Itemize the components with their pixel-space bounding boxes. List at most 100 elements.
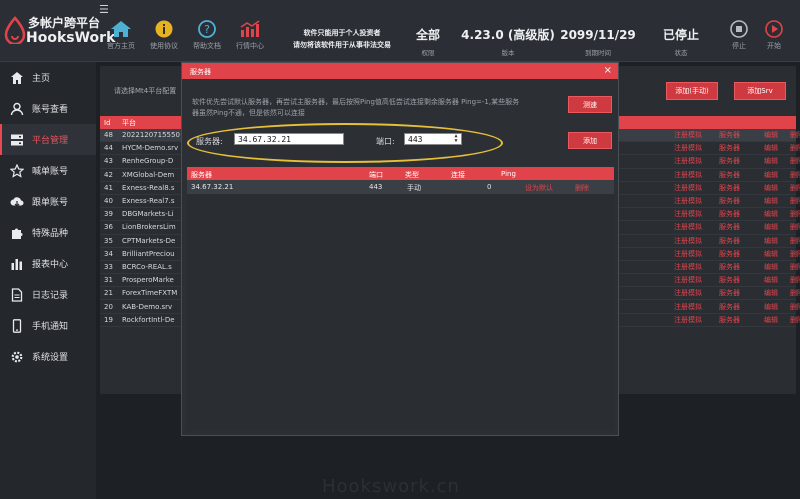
register-demo-link[interactable]: 注册模拟 — [674, 302, 719, 312]
sidebar-item-platform[interactable]: 平台管理 — [0, 124, 96, 155]
register-demo-link[interactable]: 注册模拟 — [674, 170, 719, 180]
edit-link[interactable]: 编辑 — [764, 143, 790, 153]
server-link[interactable]: 服务器 — [719, 196, 764, 206]
delete-link[interactable]: 删除 — [790, 262, 800, 272]
delete-link[interactable]: 删除 — [790, 249, 800, 259]
notice-line2: 请勿将该软件用于从事非法交易 — [293, 41, 391, 49]
home-icon — [111, 21, 131, 37]
sidebar-item-label: 系统设置 — [32, 353, 69, 363]
register-demo-link[interactable]: 注册模拟 — [674, 275, 719, 285]
agreement-button[interactable]: 使用协议 — [144, 20, 184, 60]
register-demo-link[interactable]: 注册模拟 — [674, 236, 719, 246]
edit-link[interactable]: 编辑 — [764, 288, 790, 298]
delete-link[interactable]: 删除 — [790, 288, 800, 298]
test-speed-button[interactable]: 测速 — [568, 96, 612, 113]
register-demo-link[interactable]: 注册模拟 — [674, 183, 719, 193]
delete-link[interactable]: 删除 — [790, 156, 800, 166]
delete-link[interactable]: 删除 — [575, 183, 589, 193]
sidebar-item-settings[interactable]: 系统设置 — [0, 341, 96, 372]
delete-link[interactable]: 删除 — [790, 183, 800, 193]
delete-link[interactable]: 删除 — [790, 130, 800, 140]
add-server-button[interactable]: 添加 — [568, 132, 612, 149]
id-cell: 34 — [104, 249, 113, 258]
register-demo-link[interactable]: 注册模拟 — [674, 315, 719, 325]
help-icon: ? — [198, 20, 216, 38]
stat-value: 全部 — [415, 28, 440, 42]
edit-link[interactable]: 编辑 — [764, 262, 790, 272]
port-input[interactable]: 443 ▲ ▼ — [404, 133, 462, 145]
toolbar-label: 行情中心 — [236, 42, 264, 50]
start-button[interactable]: 开始 — [754, 20, 794, 60]
server-label: 服务器: — [196, 137, 223, 146]
edit-link[interactable]: 编辑 — [764, 302, 790, 312]
sidebar-item-follower-accounts[interactable]: 跟单账号 — [0, 186, 96, 217]
register-demo-link[interactable]: 注册模拟 — [674, 262, 719, 272]
server-link[interactable]: 服务器 — [719, 170, 764, 180]
help-docs-button[interactable]: ? 帮助文档 — [187, 20, 227, 60]
server-link[interactable]: 服务器 — [719, 156, 764, 166]
sidebar-item-signal-accounts[interactable]: 喊单账号 — [0, 155, 96, 186]
sidebar-item-mobile-notify[interactable]: 手机通知 — [0, 310, 96, 341]
sidebar-item-reports[interactable]: 报表中心 — [0, 248, 96, 279]
server-link[interactable]: 服务器 — [719, 275, 764, 285]
stop-button[interactable]: 停止 — [719, 20, 759, 60]
register-demo-link[interactable]: 注册模拟 — [674, 222, 719, 232]
set-default-link[interactable]: 设为默认 — [525, 183, 553, 193]
edit-link[interactable]: 编辑 — [764, 183, 790, 193]
col-connect: 连接 — [451, 171, 465, 179]
row-actions: 注册模拟服务器编辑删除 — [674, 196, 800, 206]
register-demo-link[interactable]: 注册模拟 — [674, 288, 719, 298]
sidebar-item-accounts[interactable]: 账号查看 — [0, 93, 96, 124]
delete-link[interactable]: 删除 — [790, 222, 800, 232]
server-link[interactable]: 服务器 — [719, 302, 764, 312]
edit-link[interactable]: 编辑 — [764, 209, 790, 219]
edit-link[interactable]: 编辑 — [764, 222, 790, 232]
edit-link[interactable]: 编辑 — [764, 156, 790, 166]
register-demo-link[interactable]: 注册模拟 — [674, 196, 719, 206]
delete-link[interactable]: 删除 — [790, 302, 800, 312]
register-demo-link[interactable]: 注册模拟 — [674, 156, 719, 166]
market-center-button[interactable]: 行情中心 — [230, 20, 270, 60]
server-input[interactable]: 34.67.32.21 — [234, 133, 344, 145]
register-demo-link[interactable]: 注册模拟 — [674, 209, 719, 219]
delete-link[interactable]: 删除 — [790, 315, 800, 325]
port-stepper[interactable]: ▲ ▼ — [452, 134, 460, 144]
delete-link[interactable]: 删除 — [790, 209, 800, 219]
sidebar-item-home[interactable]: 主页 — [0, 62, 96, 93]
server-link[interactable]: 服务器 — [719, 209, 764, 219]
register-demo-link[interactable]: 注册模拟 — [674, 143, 719, 153]
server-link[interactable]: 服务器 — [719, 262, 764, 272]
dialog-title: 服务器 — [190, 68, 211, 76]
delete-link[interactable]: 删除 — [790, 196, 800, 206]
status-stat: 已停止 状态 — [656, 24, 706, 57]
edit-link[interactable]: 编辑 — [764, 170, 790, 180]
edit-link[interactable]: 编辑 — [764, 275, 790, 285]
delete-link[interactable]: 删除 — [790, 143, 800, 153]
server-link[interactable]: 服务器 — [719, 183, 764, 193]
sidebar-item-special-symbols[interactable]: 特殊品种 — [0, 217, 96, 248]
server-link[interactable]: 服务器 — [719, 288, 764, 298]
edit-link[interactable]: 编辑 — [764, 236, 790, 246]
add-srv-button[interactable]: 添加Srv — [734, 82, 786, 100]
edit-link[interactable]: 编辑 — [764, 196, 790, 206]
sidebar-item-logs[interactable]: 日志记录 — [0, 279, 96, 310]
menu-icon[interactable]: ☰ — [99, 3, 109, 16]
server-link[interactable]: 服务器 — [719, 130, 764, 140]
register-demo-link[interactable]: 注册模拟 — [674, 130, 719, 140]
edit-link[interactable]: 编辑 — [764, 130, 790, 140]
close-icon[interactable]: × — [604, 65, 612, 76]
edit-link[interactable]: 编辑 — [764, 249, 790, 259]
delete-link[interactable]: 删除 — [790, 236, 800, 246]
server-link[interactable]: 服务器 — [719, 236, 764, 246]
server-link[interactable]: 服务器 — [719, 143, 764, 153]
home-page-button[interactable]: 官方主页 — [101, 20, 141, 60]
server-link[interactable]: 服务器 — [719, 249, 764, 259]
server-link[interactable]: 服务器 — [719, 222, 764, 232]
server-link[interactable]: 服务器 — [719, 315, 764, 325]
register-demo-link[interactable]: 注册模拟 — [674, 249, 719, 259]
add-manual-button[interactable]: 添加(手动) — [666, 82, 718, 100]
edit-link[interactable]: 编辑 — [764, 315, 790, 325]
server-row[interactable]: 34.67.32.21 443 手动 0 设为默认 删除 — [187, 180, 614, 194]
delete-link[interactable]: 删除 — [790, 275, 800, 285]
delete-link[interactable]: 删除 — [790, 170, 800, 180]
